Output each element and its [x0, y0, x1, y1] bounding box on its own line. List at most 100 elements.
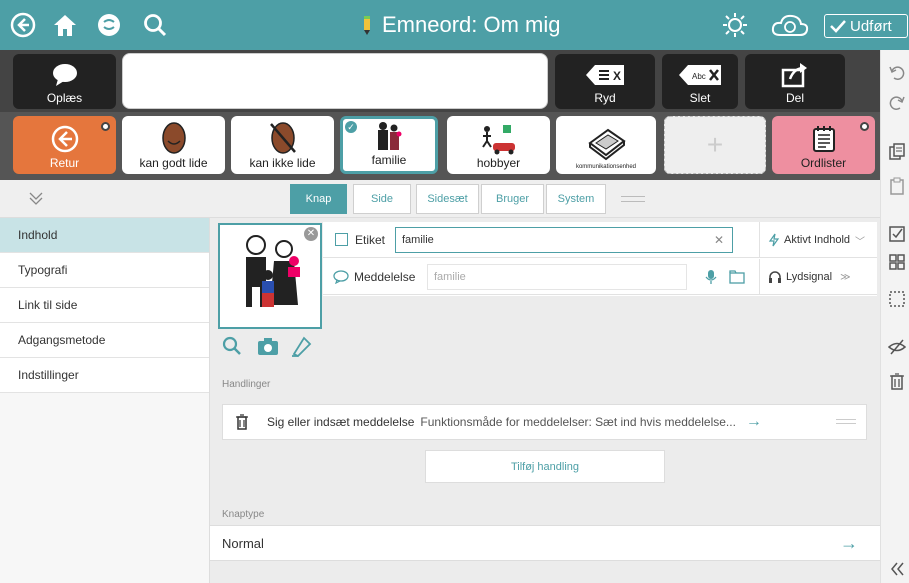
tile-familie[interactable]: familie ✓ [340, 116, 438, 174]
properties-panel: Etiket familie ✕ Aktivt Indhold ﹀ Meddel… [323, 222, 877, 296]
add-action-button[interactable]: Tilføj handling [425, 450, 665, 483]
tab-sidesaet[interactable]: Sidesæt [416, 184, 479, 214]
hide-icon[interactable] [888, 338, 906, 356]
grid-select-icon[interactable] [888, 253, 906, 271]
tile-label: kommunikationsenhed [575, 164, 637, 170]
nav-item-typografi[interactable]: Typografi [0, 253, 209, 288]
tab-bruger[interactable]: Bruger [481, 184, 544, 214]
search-image-icon[interactable] [222, 336, 242, 361]
home-icon[interactable] [48, 8, 82, 42]
tile-ordlister[interactable]: Ordlister [772, 116, 875, 174]
content-panel: ✕ Etiket familie ✕ Aktivt Indhold ﹀ Medd… [210, 218, 880, 583]
delete-button[interactable]: Abc Slet [662, 54, 738, 109]
remove-image-icon[interactable]: ✕ [304, 227, 318, 241]
knaptype-row[interactable]: Normal → [210, 525, 880, 561]
sound-signal-label: Lydsignal [786, 271, 833, 283]
tile-label: familie [371, 153, 407, 167]
select-check-icon[interactable] [888, 225, 906, 243]
drag-handle-icon[interactable] [836, 419, 856, 424]
speak-button[interactable]: Oplæs [13, 54, 116, 109]
sound-signal-dropdown[interactable]: Lydsignal ≫ [759, 259, 877, 295]
tile-retur[interactable]: Retur [13, 116, 116, 174]
nav-item-indstillinger[interactable]: Indstillinger [0, 358, 209, 393]
headphones-icon [769, 271, 781, 283]
action-row[interactable]: Sig eller indsæt meddelelse Funktionsmåd… [222, 404, 867, 440]
svg-text:Abc: Abc [692, 72, 706, 81]
top-bar: Emneord: Om mig Udført [0, 0, 909, 50]
device-icon [588, 128, 626, 161]
tile-kan-godt-lide[interactable]: kan godt lide [122, 116, 225, 174]
nav-item-indhold[interactable]: Indhold [0, 218, 209, 253]
message-input[interactable]: familie [427, 263, 687, 290]
collapse-chevron-icon[interactable] [888, 560, 906, 578]
undo-icon[interactable] [888, 64, 906, 82]
tile-hobbyer[interactable]: hobbyer [447, 116, 550, 174]
message-bar: Oplæs X Ryd Abc Slet Del [0, 50, 909, 112]
family-icon [378, 122, 402, 150]
tab-system[interactable]: System [546, 184, 606, 214]
chevron-down-icon: ﹀ [855, 236, 866, 248]
action-title: Sig eller indsæt meddelelse [267, 415, 415, 429]
label-input-value: familie [402, 233, 434, 246]
knaptype-section-label: Knaptype [222, 509, 265, 520]
tile-label: hobbyer [476, 156, 521, 170]
folder-icon[interactable] [729, 269, 745, 284]
dotted-select-icon[interactable] [888, 290, 906, 308]
hobbies-icon [481, 125, 515, 155]
redo-icon[interactable] [888, 94, 906, 112]
actions-section-label: Handlinger [222, 379, 271, 390]
tile-corner-dot [860, 122, 869, 131]
paste-icon[interactable] [888, 177, 906, 195]
camera-icon[interactable] [257, 336, 279, 361]
symbol-image-box[interactable]: ✕ [218, 223, 322, 329]
cloud-sync-icon[interactable] [768, 8, 812, 42]
brightness-icon[interactable] [718, 8, 752, 42]
search-icon[interactable] [138, 8, 172, 42]
message-row: Meddelelse familie Lydsignal ≫ [323, 259, 877, 295]
edit-image-icon[interactable] [290, 334, 314, 363]
label-checkbox[interactable] [335, 233, 348, 246]
trash-icon[interactable] [888, 372, 906, 390]
share-icon [781, 63, 807, 88]
speech-bubble-icon [333, 269, 349, 284]
active-content-label: Aktivt Indhold [784, 234, 851, 246]
share-button[interactable]: Del [745, 54, 845, 109]
tile-kan-ikke-lide[interactable]: kan ikke lide [231, 116, 334, 174]
tile-label: Ordlister [800, 156, 847, 170]
microphone-icon[interactable] [705, 269, 717, 285]
right-toolbar [880, 50, 909, 583]
arrow-right-icon[interactable]: → [746, 413, 762, 431]
copy-icon[interactable] [888, 143, 906, 161]
wordlist-icon [812, 126, 835, 152]
action-description: Funktionsmåde for meddelelser: Sæt ind h… [420, 415, 736, 429]
drag-handle-icon[interactable] [621, 196, 645, 202]
add-tile-plus: + [706, 129, 724, 160]
family-symbol-image [246, 235, 300, 307]
double-chevron-icon: ≫ [840, 271, 851, 283]
back-icon[interactable] [6, 8, 40, 42]
tab-knap[interactable]: Knap [290, 184, 347, 214]
tile-add-button[interactable]: + [664, 116, 766, 174]
editor-tabs-bar: Knap Side Sidesæt Bruger System [0, 180, 880, 218]
clear-input-icon[interactable]: ✕ [714, 233, 724, 247]
like-face-icon [161, 122, 186, 154]
page-title: Emneord: Om mig [360, 12, 561, 38]
trash-icon[interactable] [235, 414, 249, 430]
message-window[interactable] [122, 53, 548, 109]
tab-side[interactable]: Side [353, 184, 411, 214]
message-placeholder: familie [434, 270, 466, 283]
done-button[interactable]: Udført [824, 14, 908, 38]
tile-kommunikationsenhed[interactable]: kommunikationsenhed [556, 116, 656, 174]
speak-label: Oplæs [46, 91, 83, 105]
page-title-text: Emneord: Om mig [382, 12, 561, 37]
label-input[interactable]: familie ✕ [395, 226, 733, 253]
active-content-dropdown[interactable]: Aktivt Indhold ﹀ [759, 222, 877, 258]
done-label: Udført [850, 17, 892, 35]
collapse-panel-icon[interactable] [28, 190, 44, 211]
label-caption: Etiket [355, 232, 386, 247]
brain-icon[interactable] [92, 8, 126, 42]
clear-button[interactable]: X Ryd [555, 54, 655, 109]
nav-item-link-til-side[interactable]: Link til side [0, 288, 209, 323]
dislike-face-icon [269, 122, 296, 154]
nav-item-adgangsmetode[interactable]: Adgangsmetode [0, 323, 209, 358]
